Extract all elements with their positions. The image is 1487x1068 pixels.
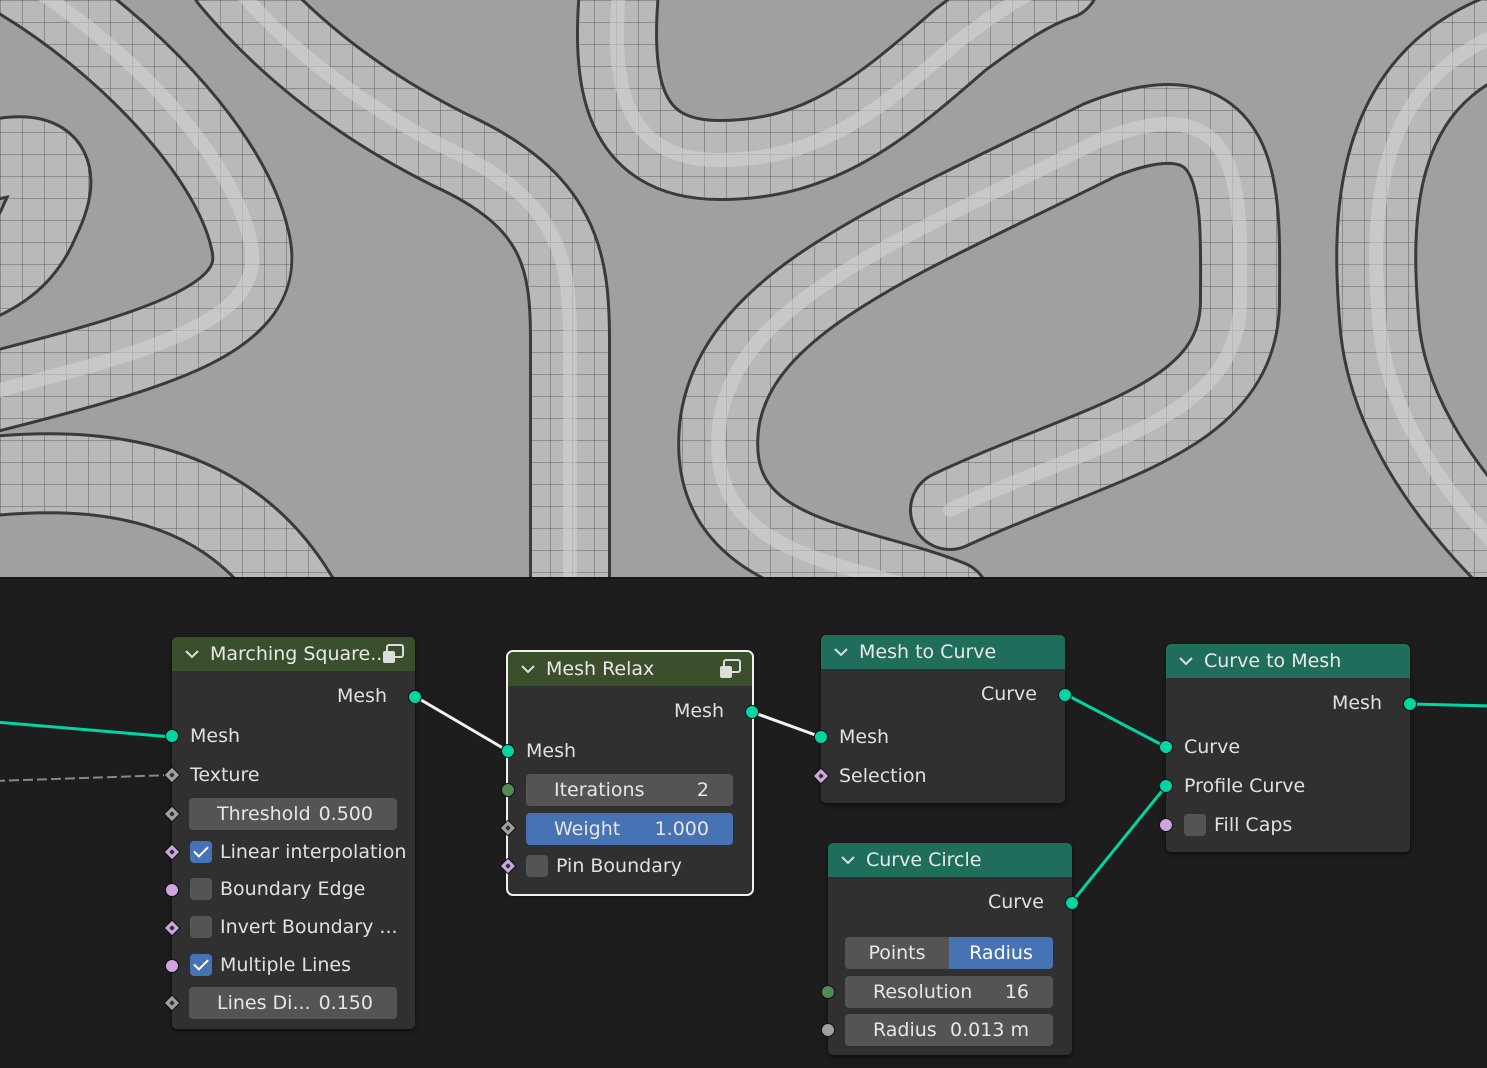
output-curve-row: Curve: [828, 887, 1072, 917]
checkbox-label: Multiple Lines: [220, 954, 352, 976]
field-value: 1.000: [654, 818, 709, 840]
tube-mesh-render: [0, 0, 1487, 577]
node-editor[interactable]: Marching Square... Mesh Mesh Texture Thr…: [0, 577, 1487, 1068]
output-mesh-row: Mesh: [508, 696, 752, 726]
socket-label: Mesh: [1331, 692, 1382, 714]
field-label: Weight: [554, 818, 621, 840]
checkbox-label: Pin Boundary: [556, 855, 682, 877]
field-label: Lines Di...: [217, 992, 311, 1014]
multiple-lines-row[interactable]: Multiple Lines: [172, 950, 415, 980]
socket-label: Curve: [1184, 736, 1241, 758]
node-group-icon[interactable]: [381, 643, 405, 665]
chevron-down-icon[interactable]: [1178, 653, 1194, 669]
node-title: Curve Circle: [866, 849, 982, 871]
curve-to-mesh-node[interactable]: Curve to Mesh Mesh Curve Profile Curve F…: [1159, 644, 1417, 852]
input-curve-row: Curve: [1166, 732, 1410, 762]
output-curve-socket[interactable]: [1058, 688, 1072, 702]
node-header[interactable]: Mesh to Curve: [821, 635, 1065, 669]
weight-field[interactable]: Weight 1.000: [526, 813, 733, 845]
socket-label: Selection: [839, 765, 927, 787]
field-value: 2: [696, 779, 709, 801]
socket-label: Mesh: [526, 740, 577, 762]
boundary-edge-row[interactable]: Boundary Edge: [172, 874, 415, 904]
field-value: 0.150: [318, 992, 373, 1014]
selection-row: Selection: [821, 761, 1065, 791]
checkbox[interactable]: [190, 878, 212, 900]
field-label: Iterations: [554, 779, 645, 801]
socket-label: Mesh: [190, 725, 241, 747]
curve-circle-node[interactable]: Curve Circle Curve Points Radius Resolut…: [821, 843, 1079, 1055]
mode-radius-button[interactable]: Radius: [949, 937, 1053, 969]
node-header[interactable]: Marching Square...: [172, 637, 415, 671]
output-mesh-socket[interactable]: [408, 690, 422, 704]
mode-selector[interactable]: Points Radius: [845, 937, 1053, 969]
node-group-icon[interactable]: [718, 658, 742, 680]
output-curve-socket[interactable]: [1065, 896, 1079, 910]
output-mesh-row: Mesh: [1166, 688, 1410, 718]
checkbox[interactable]: [1184, 814, 1206, 836]
field-label: Radius: [873, 1019, 937, 1041]
threshold-field[interactable]: Threshold 0.500: [189, 798, 397, 830]
socket-label: Curve: [987, 891, 1044, 913]
checkbox[interactable]: [190, 954, 212, 976]
checkbox[interactable]: [190, 916, 212, 938]
socket-label: Profile Curve: [1184, 775, 1306, 797]
field-value: 16: [1004, 981, 1029, 1003]
checkbox[interactable]: [190, 841, 212, 863]
node-title: Mesh Relax: [546, 658, 655, 680]
iterations-socket[interactable]: [501, 783, 515, 797]
input-mesh-row: Mesh: [508, 736, 752, 766]
checkbox-label: Invert Boundary ...: [220, 916, 398, 938]
radius-socket[interactable]: [821, 1023, 835, 1037]
invert-boundary-row[interactable]: Invert Boundary ...: [172, 912, 415, 942]
node-header[interactable]: Mesh Relax: [508, 652, 752, 686]
socket-label: Mesh: [839, 726, 890, 748]
mesh-to-curve-node[interactable]: Mesh to Curve Curve Mesh Selection: [812, 635, 1072, 803]
input-profile-curve-row: Profile Curve: [1166, 771, 1410, 801]
iterations-field[interactable]: Iterations 2: [526, 774, 733, 806]
socket-label: Texture: [190, 764, 260, 786]
fill-caps-row[interactable]: Fill Caps: [1166, 810, 1410, 840]
marching-squares-node[interactable]: Marching Square... Mesh Mesh Texture Thr…: [163, 637, 422, 1029]
radius-field[interactable]: Radius 0.013 m: [845, 1014, 1053, 1046]
checkbox-label: Linear interpolation: [220, 841, 407, 863]
field-label: Resolution: [873, 981, 973, 1003]
socket-label: Curve: [980, 683, 1037, 705]
mesh-relax-node[interactable]: Mesh Relax Mesh Mesh Iterations 2 Weight…: [499, 650, 759, 896]
chevron-down-icon[interactable]: [840, 852, 856, 868]
lines-distance-field[interactable]: Lines Di... 0.150: [189, 987, 397, 1019]
mode-points-button[interactable]: Points: [845, 937, 949, 969]
chevron-down-icon[interactable]: [520, 661, 536, 677]
field-value: 0.500: [318, 803, 373, 825]
checkbox-label: Fill Caps: [1214, 814, 1293, 836]
output-curve-row: Curve: [821, 679, 1065, 709]
input-mesh-row: Mesh: [172, 721, 415, 751]
3d-viewport[interactable]: [0, 0, 1487, 577]
node-title: Marching Square...: [210, 643, 389, 665]
field-label: Threshold: [217, 803, 311, 825]
output-mesh-socket[interactable]: [745, 705, 759, 719]
checkbox[interactable]: [526, 855, 548, 877]
checkbox-label: Boundary Edge: [220, 878, 366, 900]
input-texture-row: Texture: [172, 760, 415, 790]
input-mesh-row: Mesh: [821, 722, 1065, 752]
node-title: Curve to Mesh: [1204, 650, 1342, 672]
linear-interpolation-row[interactable]: Linear interpolation: [172, 837, 415, 867]
output-mesh-socket[interactable]: [1403, 697, 1417, 711]
output-mesh-row: Mesh: [172, 681, 415, 711]
node-title: Mesh to Curve: [859, 641, 997, 663]
socket-label: Mesh: [673, 700, 724, 722]
node-header[interactable]: Curve to Mesh: [1166, 644, 1410, 678]
chevron-down-icon[interactable]: [833, 644, 849, 660]
resolution-socket[interactable]: [821, 985, 835, 999]
resolution-field[interactable]: Resolution 16: [845, 976, 1053, 1008]
chevron-down-icon[interactable]: [184, 646, 200, 662]
socket-label: Mesh: [336, 685, 387, 707]
pin-boundary-row[interactable]: Pin Boundary: [508, 851, 752, 881]
field-value: 0.013 m: [950, 1019, 1029, 1041]
node-header[interactable]: Curve Circle: [828, 843, 1072, 877]
